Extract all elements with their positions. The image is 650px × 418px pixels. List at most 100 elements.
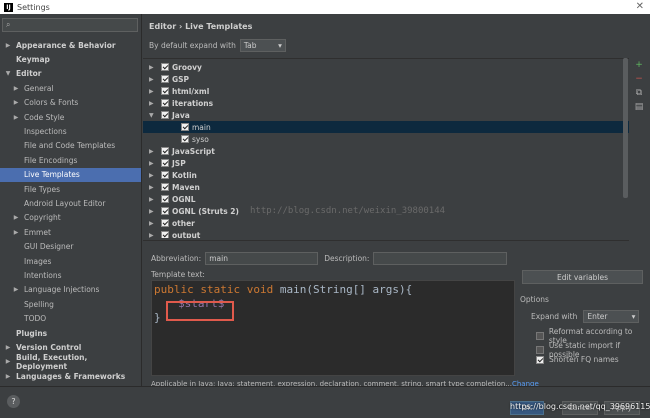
sidebar-item[interactable]: Live Templates	[0, 167, 141, 182]
template-group[interactable]: ▶ other	[143, 217, 629, 229]
template-text-editor[interactable]: public static void main(String[] args){ …	[151, 280, 515, 376]
template-group[interactable]: ▶ GSP	[143, 73, 629, 85]
template-group[interactable]: ▶ Kotlin	[143, 169, 629, 181]
template-group[interactable]: ▶ OGNL	[143, 193, 629, 205]
collapsed-arrow-icon[interactable]: ▶	[12, 286, 20, 293]
template-checkbox[interactable]	[161, 219, 169, 227]
help-icon[interactable]: ?	[7, 395, 20, 408]
sidebar-item[interactable]: Inspections	[0, 124, 141, 138]
template-group[interactable]: ▶ html/xml	[143, 85, 629, 97]
template-checkbox[interactable]	[161, 111, 169, 119]
sidebar-item[interactable]: ▶ Copyright	[0, 211, 141, 225]
template-checkbox[interactable]	[161, 87, 169, 95]
collapsed-arrow-icon[interactable]: ▶	[149, 148, 161, 155]
collapsed-arrow-icon[interactable]: ▶	[149, 184, 161, 191]
collapsed-arrow-icon[interactable]: ▶	[12, 114, 20, 121]
template-checkbox[interactable]	[161, 99, 169, 107]
template-checkbox[interactable]	[161, 75, 169, 83]
collapsed-arrow-icon[interactable]: ▶	[149, 160, 161, 167]
close-icon[interactable]: ✕	[636, 1, 644, 12]
template-item[interactable]: syso	[143, 133, 629, 145]
template-checkbox[interactable]	[161, 63, 169, 71]
template-checkbox[interactable]	[161, 195, 169, 203]
sidebar-item[interactable]: ▶ Code Style	[0, 110, 141, 124]
reformat-checkbox[interactable]	[536, 332, 544, 340]
collapsed-arrow-icon[interactable]: ▶	[149, 172, 161, 179]
template-checkbox[interactable]	[161, 159, 169, 167]
sidebar-item[interactable]: Intentions	[0, 268, 141, 282]
collapsed-arrow-icon[interactable]: ▶	[149, 196, 161, 203]
add-icon[interactable]: +	[634, 60, 644, 70]
collapsed-arrow-icon[interactable]: ▶	[4, 42, 12, 49]
sidebar-item[interactable]: ▶ General	[0, 81, 141, 95]
collapsed-arrow-icon[interactable]: ▶	[149, 100, 161, 107]
sidebar-item[interactable]: GUI Designer	[0, 240, 141, 254]
collapsed-arrow-icon[interactable]: ▶	[12, 229, 20, 236]
remove-icon[interactable]: −	[634, 74, 644, 84]
sidebar-item[interactable]: File Encodings	[0, 153, 141, 167]
collapsed-arrow-icon[interactable]: ▶	[149, 220, 161, 227]
description-field[interactable]	[373, 252, 508, 265]
template-group[interactable]: ▼ Java	[143, 109, 629, 121]
sidebar-item-label: General	[24, 83, 54, 93]
sidebar-item[interactable]: Spelling	[0, 297, 141, 311]
static-import-checkbox[interactable]	[536, 346, 544, 354]
abbreviation-field[interactable]: main	[205, 252, 319, 265]
expand-with-select[interactable]: Enter ▾	[583, 310, 640, 323]
expanded-arrow-icon[interactable]: ▼	[149, 112, 161, 119]
sidebar-item[interactable]: ▶ Colors & Fonts	[0, 96, 141, 110]
template-checkbox[interactable]	[161, 231, 169, 238]
collapsed-arrow-icon[interactable]: ▶	[149, 88, 161, 95]
restore-icon[interactable]: ▤	[634, 102, 644, 112]
sidebar-item-label: GUI Designer	[24, 242, 74, 252]
code-keywords: public static void	[154, 283, 274, 296]
template-group[interactable]: ▶ JavaScript	[143, 145, 629, 157]
copy-icon[interactable]: ⧉	[634, 88, 644, 98]
template-label: syso	[192, 134, 209, 144]
collapsed-arrow-icon[interactable]: ▶	[12, 85, 20, 92]
collapsed-arrow-icon[interactable]: ▶	[4, 358, 12, 365]
splitter[interactable]	[143, 240, 629, 244]
sidebar-item[interactable]: ▶ Build, Execution, Deployment	[0, 353, 141, 371]
sidebar-item[interactable]: ▼ Editor	[0, 67, 141, 81]
collapsed-arrow-icon[interactable]: ▶	[149, 76, 161, 83]
expanded-arrow-icon[interactable]: ▼	[4, 70, 12, 77]
collapsed-arrow-icon[interactable]: ▶	[4, 344, 12, 351]
collapsed-arrow-icon[interactable]: ▶	[149, 232, 161, 239]
collapsed-arrow-icon[interactable]: ▶	[12, 214, 20, 221]
sidebar-item[interactable]: ▶ Languages & Frameworks	[0, 369, 141, 383]
template-group[interactable]: ▶ iterations	[143, 97, 629, 109]
template-checkbox[interactable]	[161, 171, 169, 179]
sidebar-item[interactable]: Keymap	[0, 52, 141, 66]
sidebar-item[interactable]: TODO	[0, 312, 141, 326]
sidebar-item[interactable]: Android Layout Editor	[0, 196, 141, 210]
template-item[interactable]: main	[143, 121, 629, 133]
template-group[interactable]: ▶ output	[143, 229, 629, 238]
template-group[interactable]: ▶ Groovy	[143, 61, 629, 73]
shorten-fq-checkbox[interactable]	[536, 355, 544, 364]
collapsed-arrow-icon[interactable]: ▶	[12, 99, 20, 106]
template-group[interactable]: ▶ Maven	[143, 181, 629, 193]
template-checkbox[interactable]	[161, 147, 169, 155]
sidebar-item[interactable]: ▶ Emmet	[0, 225, 141, 239]
template-checkbox[interactable]	[181, 123, 189, 131]
template-checkbox[interactable]	[181, 135, 189, 143]
sidebar-item[interactable]: File Types	[0, 182, 141, 196]
edit-variables-button[interactable]: Edit variables	[522, 270, 643, 284]
sidebar-item[interactable]: ▶ Language Injections	[0, 283, 141, 297]
template-label: JavaScript	[172, 146, 215, 156]
collapsed-arrow-icon[interactable]: ▶	[149, 64, 161, 71]
shorten-fq-option[interactable]: Shorten FQ names	[536, 355, 619, 364]
sidebar-item[interactable]: Plugins	[0, 326, 141, 340]
default-expand-select[interactable]: Tab ▾	[239, 39, 286, 52]
sidebar-item[interactable]: ▶ Appearance & Behavior	[0, 38, 141, 52]
settings-search-input[interactable]: ⌕	[2, 18, 138, 32]
collapsed-arrow-icon[interactable]: ▶	[4, 373, 12, 380]
sidebar-item[interactable]: File and Code Templates	[0, 139, 141, 153]
template-group[interactable]: ▶ JSP	[143, 157, 629, 169]
template-checkbox[interactable]	[161, 207, 169, 215]
collapsed-arrow-icon[interactable]: ▶	[149, 208, 161, 215]
template-checkbox[interactable]	[161, 183, 169, 191]
templates-scrollbar[interactable]	[623, 58, 628, 198]
sidebar-item[interactable]: Images	[0, 254, 141, 268]
